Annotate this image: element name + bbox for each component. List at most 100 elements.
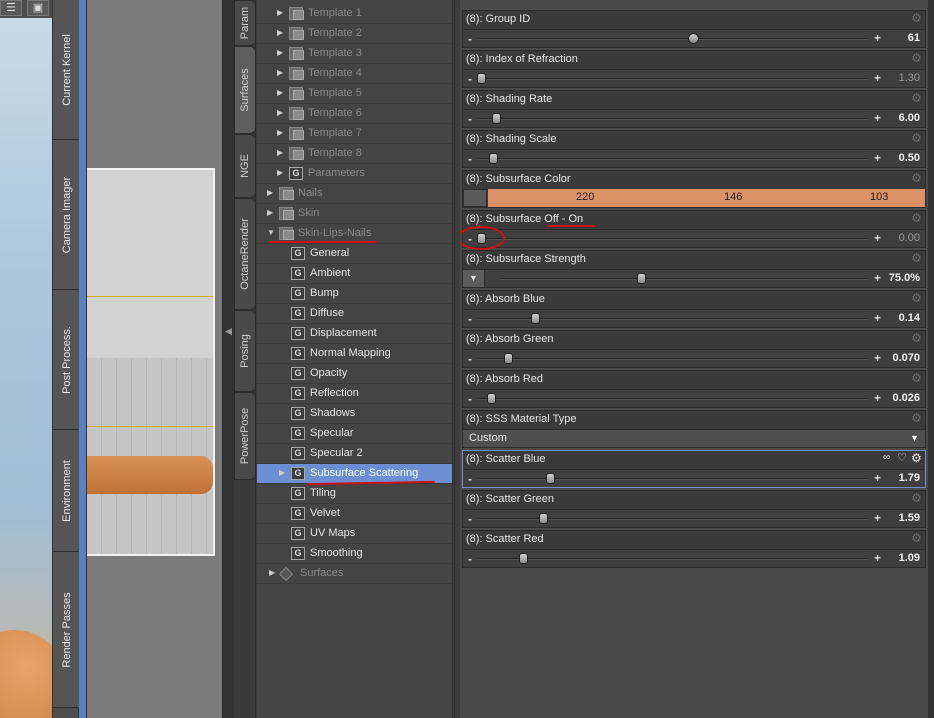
slider-track[interactable] (479, 118, 869, 120)
increment-button[interactable]: + (874, 511, 881, 525)
value-slider[interactable]: ▼ +75.0% (463, 269, 925, 287)
slider-value[interactable]: 1.09 (899, 552, 920, 564)
property-subsurface-color[interactable]: (8): Subsurface Color ⚙ 220 146 103 (462, 170, 926, 208)
gear-icon[interactable]: ⚙ (911, 452, 923, 464)
tree-item-template[interactable]: ▶ Template 7 (257, 124, 452, 144)
tab-parameters[interactable]: Param (234, 0, 256, 46)
tab-powerpose[interactable]: PowerPose (234, 392, 256, 480)
gear-icon[interactable]: ⚙ (911, 292, 923, 304)
decrement-button[interactable]: - (468, 152, 472, 166)
slider-track[interactable] (479, 158, 869, 160)
slider-value[interactable]: 1.79 (899, 472, 920, 484)
gear-icon[interactable]: ⚙ (911, 332, 923, 344)
camera-icon[interactable]: ▣ (27, 0, 49, 16)
slider-value[interactable]: 0.50 (899, 152, 920, 164)
tree-item-surfaces[interactable]: ▶ Surfaces (257, 564, 452, 584)
collapse-arrow-icon[interactable]: ▶ (267, 188, 275, 197)
slider-track[interactable] (479, 478, 869, 480)
tree-item-skin[interactable]: ▶ Skin (257, 204, 452, 224)
increment-button[interactable]: + (874, 551, 881, 565)
collapse-arrow-icon[interactable]: ▶ (277, 8, 285, 17)
slider-thumb[interactable] (546, 473, 556, 484)
tree-item-nails[interactable]: ▶ Nails (257, 184, 452, 204)
gear-icon[interactable]: ⚙ (911, 92, 923, 104)
tree-item-template[interactable]: ▶ Template 6 (257, 104, 452, 124)
property-absorb-red[interactable]: (8): Absorb Red ⚙ - +0.026 (462, 370, 926, 408)
tree-item-specular-2[interactable]: G Specular 2 (257, 444, 452, 464)
property-subsurface-off-on[interactable]: (8): Subsurface Off - On ⚙ - +0.00 (460, 210, 926, 250)
collapse-grip-icon[interactable]: ◀ (225, 326, 232, 340)
gear-icon[interactable]: ⚙ (911, 52, 923, 64)
value-slider[interactable]: - +0.070 (463, 349, 925, 367)
value-slider[interactable]: - +0.50 (463, 149, 925, 167)
increment-button[interactable]: + (874, 471, 881, 485)
gear-icon[interactable]: ⚙ (911, 172, 923, 184)
tree-item-template[interactable]: ▶ Template 2 (257, 24, 452, 44)
tree-item-diffuse[interactable]: G Diffuse (257, 304, 452, 324)
tab-surfaces[interactable]: Surfaces (234, 46, 256, 134)
tree-item-tiling[interactable]: G Tiling (257, 484, 452, 504)
value-slider[interactable]: - +0.026 (463, 389, 925, 407)
decrement-button[interactable]: - (468, 512, 472, 526)
color-channel-b[interactable]: 103 (870, 191, 888, 203)
property-scrollbar[interactable] (928, 0, 934, 718)
increment-button[interactable]: + (874, 311, 881, 325)
property-scatter-red[interactable]: (8): Scatter Red ⚙ - +1.09 (462, 530, 926, 568)
tree-item-uv-maps[interactable]: G UV Maps (257, 524, 452, 544)
collapse-arrow-icon[interactable]: ▶ (277, 148, 285, 157)
slider-thumb[interactable] (488, 153, 498, 164)
decrement-button[interactable]: - (468, 312, 472, 326)
collapse-arrow-icon[interactable]: ▶ (277, 48, 285, 57)
tree-item-template[interactable]: ▶ Template 5 (257, 84, 452, 104)
decrement-button[interactable]: - (468, 352, 472, 366)
property-absorb-blue[interactable]: (8): Absorb Blue ⚙ - +0.14 (462, 290, 926, 328)
tree-item-template[interactable]: ▶ Template 4 (257, 64, 452, 84)
color-swatch[interactable]: 220 146 103 (488, 189, 925, 207)
increment-button[interactable]: + (874, 31, 881, 45)
decrement-button[interactable]: - (468, 112, 472, 126)
increment-button[interactable]: + (874, 351, 881, 365)
slider-track[interactable] (479, 38, 869, 40)
color-field[interactable]: 220 146 103 (463, 189, 925, 207)
value-slider[interactable]: - +1.30 (463, 69, 925, 87)
color-channel-g[interactable]: 146 (724, 191, 742, 203)
slider-thumb[interactable] (688, 33, 700, 44)
tree-item-template[interactable]: ▶ Template 8 (257, 144, 452, 164)
property-shading-scale[interactable]: (8): Shading Scale ⚙ - +0.50 (462, 130, 926, 168)
tree-item-specular[interactable]: G Specular (257, 424, 452, 444)
gear-icon[interactable]: ⚙ (911, 12, 923, 24)
tree-item-displacement[interactable]: G Displacement (257, 324, 452, 344)
tree-item-smoothing[interactable]: G Smoothing (257, 544, 452, 564)
increment-button[interactable]: + (874, 231, 881, 245)
tab-post-process[interactable]: Post Process. (53, 290, 80, 430)
tab-current-kernel[interactable]: Current Kernel (53, 0, 80, 140)
slider-thumb[interactable] (538, 513, 548, 524)
favorite-icon[interactable]: ♡ (897, 452, 909, 464)
slider-track[interactable] (479, 78, 869, 80)
property-scatter-blue[interactable]: (8): Scatter Blue ⚙ ♡ ∞ - +1.79 (462, 450, 926, 488)
collapse-arrow-icon[interactable]: ▶ (277, 28, 285, 37)
link-icon[interactable]: ∞ (883, 452, 895, 464)
tree-item-shadows[interactable]: G Shadows (257, 404, 452, 424)
tree-item-subsurface-scattering[interactable]: ▶ G Subsurface Scattering (257, 464, 452, 486)
slider-thumb[interactable] (504, 353, 514, 364)
gear-icon[interactable]: ⚙ (911, 252, 923, 264)
slider-track[interactable] (479, 238, 869, 240)
slider-track[interactable] (479, 518, 869, 520)
tree-item-normal-mapping[interactable]: G Normal Mapping (257, 344, 452, 364)
property-subsurface-strength[interactable]: (8): Subsurface Strength ⚙ ▼ +75.0% (462, 250, 926, 288)
collapse-arrow-icon[interactable]: ▶ (277, 68, 285, 77)
decrement-button[interactable]: - (468, 472, 472, 486)
value-slider[interactable]: - +1.09 (463, 549, 925, 567)
value-slider[interactable]: - +6.00 (463, 109, 925, 127)
color-picker-button[interactable] (463, 189, 487, 207)
tab-environment[interactable]: Environment (53, 430, 80, 552)
tab-posing[interactable]: Posing (234, 310, 256, 392)
tree-item-ambient[interactable]: G Ambient (257, 264, 452, 284)
tab-nge[interactable]: NGE (234, 134, 256, 198)
material-type-select[interactable]: Custom ▼ (463, 429, 925, 447)
slider-track[interactable] (479, 358, 869, 360)
expand-arrow-icon[interactable]: ▼ (267, 228, 275, 237)
slider-value[interactable]: 1.59 (899, 512, 920, 524)
slider-thumb[interactable] (487, 393, 497, 404)
